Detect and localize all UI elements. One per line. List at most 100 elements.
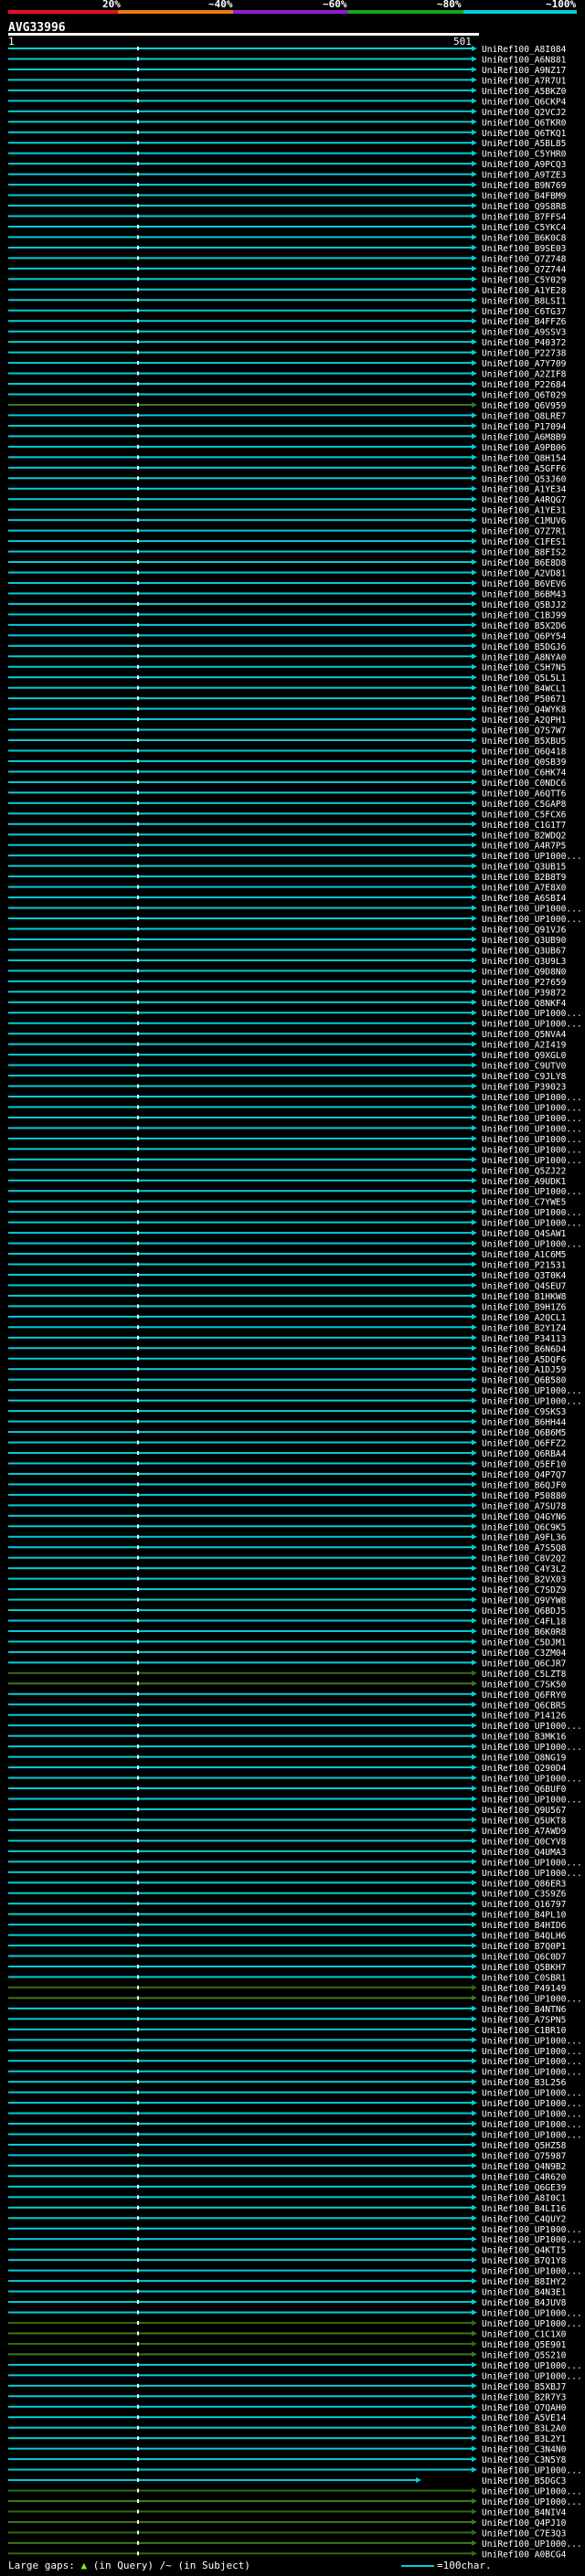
hit-row[interactable]: UniRef100_B3MK16	[8, 1733, 567, 1743]
hit-label[interactable]: UniRef100_Q8LRE7	[482, 411, 567, 421]
hit-label[interactable]: UniRef100_Q6FFZ2	[482, 1439, 566, 1449]
hit-row[interactable]: UniRef100_A8I0C1	[8, 2193, 567, 2203]
hit-row[interactable]: UniRef100_A9PB06	[8, 443, 567, 453]
hit-label[interactable]: UniRef100_Q6CKP4	[482, 97, 567, 107]
hit-row[interactable]: UniRef100_C7E3Q3	[8, 2528, 567, 2539]
hit-row[interactable]: UniRef100_A9UDK1	[8, 1177, 567, 1187]
hit-label[interactable]: UniRef100_A0BCG4	[482, 2549, 567, 2559]
hit-row[interactable]: UniRef100_C3S9Z6	[8, 1890, 567, 1900]
hit-label[interactable]: UniRef100_P21531	[482, 1261, 567, 1271]
hit-label[interactable]: UniRef100_P22684	[482, 380, 567, 390]
hit-row[interactable]: UniRef100_UP1000...	[8, 1145, 582, 1155]
hit-row[interactable]: UniRef100_B9H1Z6	[8, 1302, 567, 1312]
hit-row[interactable]: UniRef100_UP1000...	[8, 1795, 582, 1805]
hit-row[interactable]: UniRef100_P22738	[8, 349, 567, 359]
hit-row[interactable]: UniRef100_P21531	[8, 1261, 567, 1271]
hit-label[interactable]: UniRef100_C5GAP8	[482, 800, 567, 810]
hit-row[interactable]: UniRef100_Q3UB67	[8, 946, 567, 956]
hit-row[interactable]: UniRef100_A6M8B9	[8, 432, 567, 442]
hit-row[interactable]: UniRef100_UP1000...	[8, 1775, 582, 1785]
hit-label[interactable]: UniRef100_Q9VYW8	[482, 1596, 567, 1606]
hit-label[interactable]: UniRef100_Q53J60	[482, 474, 567, 484]
hit-row[interactable]: UniRef100_UP1000...	[8, 2120, 582, 2130]
hit-label[interactable]: UniRef100_B5XBJ7	[482, 2382, 567, 2392]
hit-label[interactable]: UniRef100_B4NIV4	[482, 2507, 567, 2518]
hit-row[interactable]: UniRef100_B4N3E1	[8, 2288, 567, 2298]
hit-row[interactable]: UniRef100_UP1000...	[8, 2068, 582, 2078]
hit-row[interactable]: UniRef100_Q8NG19	[8, 1754, 567, 1764]
hit-row[interactable]: UniRef100_C5GAP8	[8, 800, 567, 810]
hit-label[interactable]: UniRef100_UP1000...	[482, 2319, 582, 2329]
hit-row[interactable]: UniRef100_Q3T0K4	[8, 1271, 567, 1281]
hit-row[interactable]: UniRef100_A8I084	[8, 45, 567, 55]
hit-row[interactable]: UniRef100_Q7S7W7	[8, 726, 567, 737]
hit-label[interactable]: UniRef100_B7Q0P1	[482, 1942, 567, 1952]
hit-label[interactable]: UniRef100_A9PB06	[482, 443, 567, 453]
hit-row[interactable]: UniRef100_Q0CYV8	[8, 1837, 567, 1847]
hit-row[interactable]: UniRef100_A4R7P5	[8, 842, 566, 852]
hit-label[interactable]: UniRef100_UP1000...	[482, 1135, 582, 1145]
hit-label[interactable]: UniRef100_UP1000...	[482, 1858, 582, 1868]
hit-row[interactable]: UniRef100_A0BCG4	[8, 2549, 567, 2559]
hit-label[interactable]: UniRef100_Q9D8N0	[482, 967, 567, 977]
hit-label[interactable]: UniRef100_A6N881	[482, 55, 567, 65]
hit-label[interactable]: UniRef100_C4R620	[482, 2172, 567, 2182]
hit-row[interactable]: UniRef100_B3L256	[8, 2078, 567, 2088]
hit-label[interactable]: UniRef100_B4QLH6	[482, 1932, 567, 1942]
hit-label[interactable]: UniRef100_UP1000...	[482, 2047, 582, 2057]
hit-row[interactable]: UniRef100_A7Y709	[8, 359, 567, 369]
hit-label[interactable]: UniRef100_UP1000...	[482, 2497, 582, 2507]
hit-label[interactable]: UniRef100_B5XBU5	[482, 737, 566, 747]
hit-row[interactable]: UniRef100_C9SKS3	[8, 1407, 567, 1417]
hit-label[interactable]: UniRef100_Q16797	[482, 1900, 567, 1910]
hit-label[interactable]: UniRef100_C3S9Z6	[482, 1890, 567, 1900]
hit-label[interactable]: UniRef100_C8V2Q2	[482, 1554, 566, 1564]
hit-row[interactable]: UniRef100_A9FL36	[8, 1533, 567, 1543]
hit-label[interactable]: UniRef100_Q3UB15	[482, 863, 566, 873]
hit-row[interactable]: UniRef100_B6K0R8	[8, 1627, 567, 1638]
hit-row[interactable]: UniRef100_P14126	[8, 1712, 567, 1722]
hit-label[interactable]: UniRef100_A1DJ59	[482, 1365, 567, 1375]
hit-row[interactable]: UniRef100_UP1000...	[8, 1156, 582, 1166]
hit-label[interactable]: UniRef100_C5Y029	[482, 275, 567, 285]
hit-label[interactable]: UniRef100_C5YHR0	[482, 150, 567, 160]
hit-label[interactable]: UniRef100_Q5BKH7	[482, 1963, 567, 1973]
hit-label[interactable]: UniRef100_A9TZE3	[482, 171, 567, 181]
hit-row[interactable]: UniRef100_B5XBJ7	[8, 2382, 567, 2392]
hit-label[interactable]: UniRef100_Q3U9L3	[482, 957, 567, 967]
hit-row[interactable]: UniRef100_Q6V959	[8, 401, 567, 411]
hit-label[interactable]: UniRef100_Q5BJJ2	[482, 600, 566, 610]
hit-label[interactable]: UniRef100_Q3UB90	[482, 936, 567, 946]
hit-label[interactable]: UniRef100_Q3UB67	[482, 946, 567, 956]
hit-label[interactable]: UniRef100_UP1000...	[482, 1397, 582, 1407]
hit-row[interactable]: UniRef100_B4PL10	[8, 1911, 567, 1921]
hit-label[interactable]: UniRef100_Q6GE39	[482, 2183, 567, 2193]
hit-label[interactable]: UniRef100_P40372	[482, 338, 566, 348]
hit-row[interactable]: UniRef100_Q3U9L3	[8, 957, 567, 967]
hit-label[interactable]: UniRef100_Q91VJ6	[482, 925, 567, 935]
hit-label[interactable]: UniRef100_B2VX03	[482, 1575, 567, 1585]
hit-row[interactable]: UniRef100_C5LZT8	[8, 1670, 567, 1680]
hit-row[interactable]: UniRef100_B4JUV8	[8, 2298, 567, 2308]
hit-label[interactable]: UniRef100_A5VE14	[482, 2413, 567, 2423]
hit-row[interactable]: UniRef100_A5VE14	[8, 2413, 567, 2423]
hit-row[interactable]: UniRef100_B6K0C8	[8, 233, 567, 243]
hit-label[interactable]: UniRef100_C3ZM04	[482, 1648, 567, 1659]
hit-row[interactable]: UniRef100_UP1000...	[8, 2099, 582, 2109]
hit-row[interactable]: UniRef100_A7AWD9	[8, 1827, 567, 1837]
hit-row[interactable]: UniRef100_A1YE34	[8, 485, 567, 495]
hit-label[interactable]: UniRef100_A1YE34	[482, 485, 567, 495]
hit-row[interactable]: UniRef100_UP1000...	[8, 2131, 582, 2141]
hit-label[interactable]: UniRef100_UP1000...	[482, 2110, 582, 2120]
hit-row[interactable]: UniRef100_Q5EF10	[8, 1459, 567, 1469]
hit-row[interactable]: UniRef100_Q290D4	[8, 1764, 567, 1774]
hit-row[interactable]: UniRef100_Q5HZ58	[8, 2141, 567, 2151]
hit-label[interactable]: UniRef100_C5FCX6	[482, 810, 567, 820]
hit-label[interactable]: UniRef100_UP1000...	[482, 1124, 582, 1134]
hit-row[interactable]: UniRef100_UP1000...	[8, 2487, 582, 2497]
hit-label[interactable]: UniRef100_Q7Z7R1	[482, 527, 567, 537]
hit-label[interactable]: UniRef100_Q6TKQ1	[482, 129, 567, 139]
hit-label[interactable]: UniRef100_C1BJ99	[482, 610, 567, 620]
hit-row[interactable]: UniRef100_C0SBR1	[8, 1973, 567, 1983]
hit-label[interactable]: UniRef100_UP1000...	[482, 1093, 582, 1103]
